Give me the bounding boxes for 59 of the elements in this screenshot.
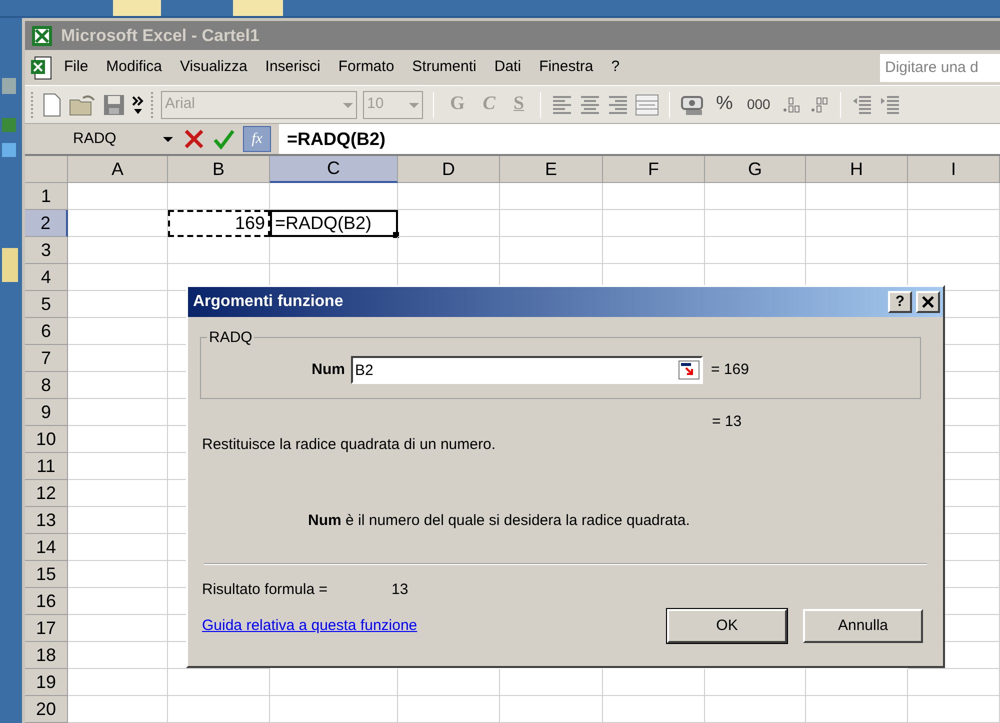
row-header[interactable]: 16 bbox=[25, 588, 68, 616]
percent-button[interactable]: % bbox=[712, 90, 737, 119]
row-header[interactable]: 7 bbox=[25, 345, 68, 372]
menu-item[interactable]: Finestra bbox=[530, 54, 602, 81]
window-title: Microsoft Excel - Cartel1 bbox=[61, 24, 260, 47]
row-header[interactable]: 20 bbox=[25, 696, 68, 723]
menu-item[interactable]: Modifica bbox=[97, 54, 172, 81]
row-header[interactable]: 4 bbox=[25, 264, 68, 292]
table-cell[interactable]: 169 bbox=[168, 210, 270, 238]
row-header[interactable]: 12 bbox=[25, 480, 68, 508]
column-header[interactable]: A bbox=[68, 156, 168, 184]
cancel-button[interactable]: Annulla bbox=[803, 609, 923, 643]
help-button[interactable]: ? bbox=[888, 291, 912, 313]
column-header[interactable]: D bbox=[398, 156, 500, 184]
menu-item[interactable]: ? bbox=[602, 54, 629, 81]
column-header[interactable]: H bbox=[806, 156, 908, 184]
row-header[interactable]: 17 bbox=[25, 615, 68, 642]
menu-item[interactable]: Visualizza bbox=[171, 54, 256, 81]
name-box[interactable]: RADQ bbox=[25, 125, 175, 154]
argument-field[interactable]: B2 bbox=[351, 356, 703, 384]
row-header[interactable]: 2 bbox=[25, 210, 68, 238]
table-cell[interactable]: =RADQ(B2) bbox=[270, 210, 398, 238]
column-header[interactable]: B bbox=[168, 156, 270, 184]
thousands-button[interactable]: 000 bbox=[742, 94, 774, 116]
row-header[interactable]: 8 bbox=[25, 372, 68, 400]
row-header[interactable]: 3 bbox=[25, 237, 68, 264]
column-header[interactable]: I bbox=[908, 156, 1000, 184]
column-header[interactable]: F bbox=[603, 156, 705, 184]
formula-result-value: 13 bbox=[391, 580, 408, 600]
row-header[interactable]: 9 bbox=[25, 399, 68, 426]
row-header[interactable]: 18 bbox=[25, 642, 68, 670]
argument-help: Num è il numero del quale si desidera la radice quadrata. bbox=[308, 511, 690, 531]
row-header[interactable]: 1 bbox=[25, 183, 68, 210]
result-preview: = 13 bbox=[712, 412, 742, 432]
row-header[interactable]: 6 bbox=[25, 318, 68, 346]
help-search-field[interactable]: Digitare una d bbox=[880, 54, 1000, 82]
function-description: Restituisce la radice quadrata di un numero. bbox=[202, 434, 496, 454]
menu-item[interactable]: Formato bbox=[329, 54, 404, 81]
argument-result: = 169 bbox=[711, 360, 749, 380]
row-header[interactable]: 11 bbox=[25, 453, 68, 480]
row-header[interactable]: 10 bbox=[25, 426, 68, 454]
row-header[interactable]: 13 bbox=[25, 507, 68, 534]
column-header[interactable]: G bbox=[705, 156, 806, 184]
column-header[interactable]: C bbox=[270, 156, 398, 184]
row-header[interactable]: 5 bbox=[25, 291, 68, 318]
help-link[interactable]: Guida relativa a questa funzione bbox=[202, 614, 418, 638]
menu-item[interactable]: Dati bbox=[485, 54, 530, 81]
column-header[interactable]: E bbox=[500, 156, 603, 184]
row-header[interactable]: 15 bbox=[25, 561, 68, 588]
menu-item[interactable]: Strumenti bbox=[403, 54, 486, 81]
argument-label: Num bbox=[310, 360, 346, 380]
dialog-title: Argomenti funzione bbox=[193, 292, 344, 312]
ok-button[interactable]: OK bbox=[667, 609, 787, 643]
formula-result-label: Risultato formula = bbox=[202, 580, 328, 600]
menu-item[interactable]: File bbox=[55, 54, 98, 81]
formula-field[interactable]: =RADQ(B2) bbox=[279, 124, 1000, 154]
row-header[interactable]: 14 bbox=[25, 534, 68, 562]
menu-item[interactable]: Inserisci bbox=[256, 54, 330, 81]
row-header[interactable]: 19 bbox=[25, 669, 68, 696]
